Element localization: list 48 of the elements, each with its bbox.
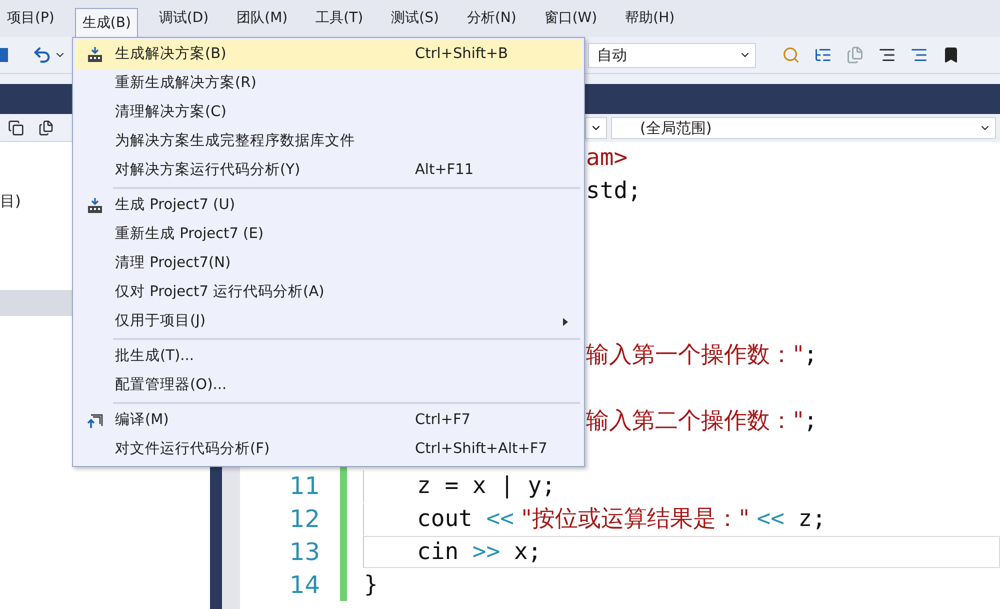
code-line: cout << "按位或运算结果是：" << z; xyxy=(417,504,826,534)
menu-bar-item[interactable]: 团队(M) xyxy=(230,4,295,33)
menu-item[interactable]: 对文件运行代码分析(F) Ctrl+Shift+Alt+F7 xyxy=(75,435,582,464)
copy-icon[interactable] xyxy=(8,120,24,136)
menu-item[interactable]: 生成解决方案(B) Ctrl+Shift+B xyxy=(75,40,582,69)
menu-item[interactable]: 为解决方案生成完整程序数据库文件 xyxy=(75,127,582,156)
menu-item[interactable]: 批生成(T)... xyxy=(75,342,582,371)
line-number: 14 xyxy=(288,570,320,601)
menu-item[interactable]: 仅对 Project7 运行代码分析(A) xyxy=(75,278,582,307)
line-number: 11 xyxy=(288,471,320,502)
files-icon[interactable] xyxy=(38,120,54,136)
code-line: cin >> x; xyxy=(417,538,542,567)
menu-item[interactable]: 编译(M) Ctrl+F7 xyxy=(75,406,582,435)
code-line: std; xyxy=(586,176,642,206)
menu-item[interactable]: 重新生成解决方案(R) xyxy=(75,69,582,98)
code-line: am> xyxy=(586,144,628,174)
code-line: } xyxy=(364,570,378,600)
menu-bar-item[interactable]: 帮助(H) xyxy=(618,4,682,33)
tree-list-icon[interactable] xyxy=(814,46,832,64)
line-number: 12 xyxy=(288,504,320,536)
search-icon[interactable] xyxy=(782,46,800,64)
bookmark-icon[interactable] xyxy=(942,46,960,64)
code-line: 输入第一个操作数："; xyxy=(586,340,818,370)
menu-item[interactable]: 配置管理器(O)... xyxy=(75,371,582,400)
scope-dropdown[interactable]: (全局范围) xyxy=(611,117,996,139)
menu-item[interactable]: 生成 Project7 (U) xyxy=(75,191,582,220)
member-dropdown[interactable] xyxy=(585,117,607,139)
code-line: 输入第二个操作数："; xyxy=(586,406,818,436)
menu-bar-item[interactable]: 分析(N) xyxy=(460,4,524,33)
undo-icon[interactable] xyxy=(32,45,52,65)
menu-bar-item[interactable]: 项目(P) xyxy=(0,4,62,33)
menu-bar-item[interactable]: 测试(S) xyxy=(384,4,446,33)
menu-item[interactable]: 重新生成 Project7 (E) xyxy=(75,220,582,249)
line-number: 13 xyxy=(288,536,320,568)
menu-bar-item[interactable]: 生成(B) xyxy=(75,8,138,37)
menu-bar-item[interactable]: 工具(T) xyxy=(308,4,370,33)
menu-bar-item[interactable]: 窗口(W) xyxy=(537,4,604,33)
configuration-dropdown[interactable]: 自动 xyxy=(588,42,756,68)
menu-item[interactable]: 清理解决方案(C) xyxy=(75,98,582,127)
compile-icon xyxy=(86,412,104,430)
code-line: z = x | y; xyxy=(417,472,556,502)
menu-bar-item[interactable]: 调试(D) xyxy=(152,4,216,33)
build-icon xyxy=(86,196,104,214)
build-icon xyxy=(86,46,104,64)
menu-item[interactable]: 对解决方案运行代码分析(Y) Alt+F11 xyxy=(75,156,582,185)
menu-item[interactable]: 清理 Project7(N) xyxy=(75,249,582,278)
submenu-arrow-icon xyxy=(563,318,568,326)
menu-item[interactable]: 仅用于项目(J) xyxy=(75,307,582,336)
